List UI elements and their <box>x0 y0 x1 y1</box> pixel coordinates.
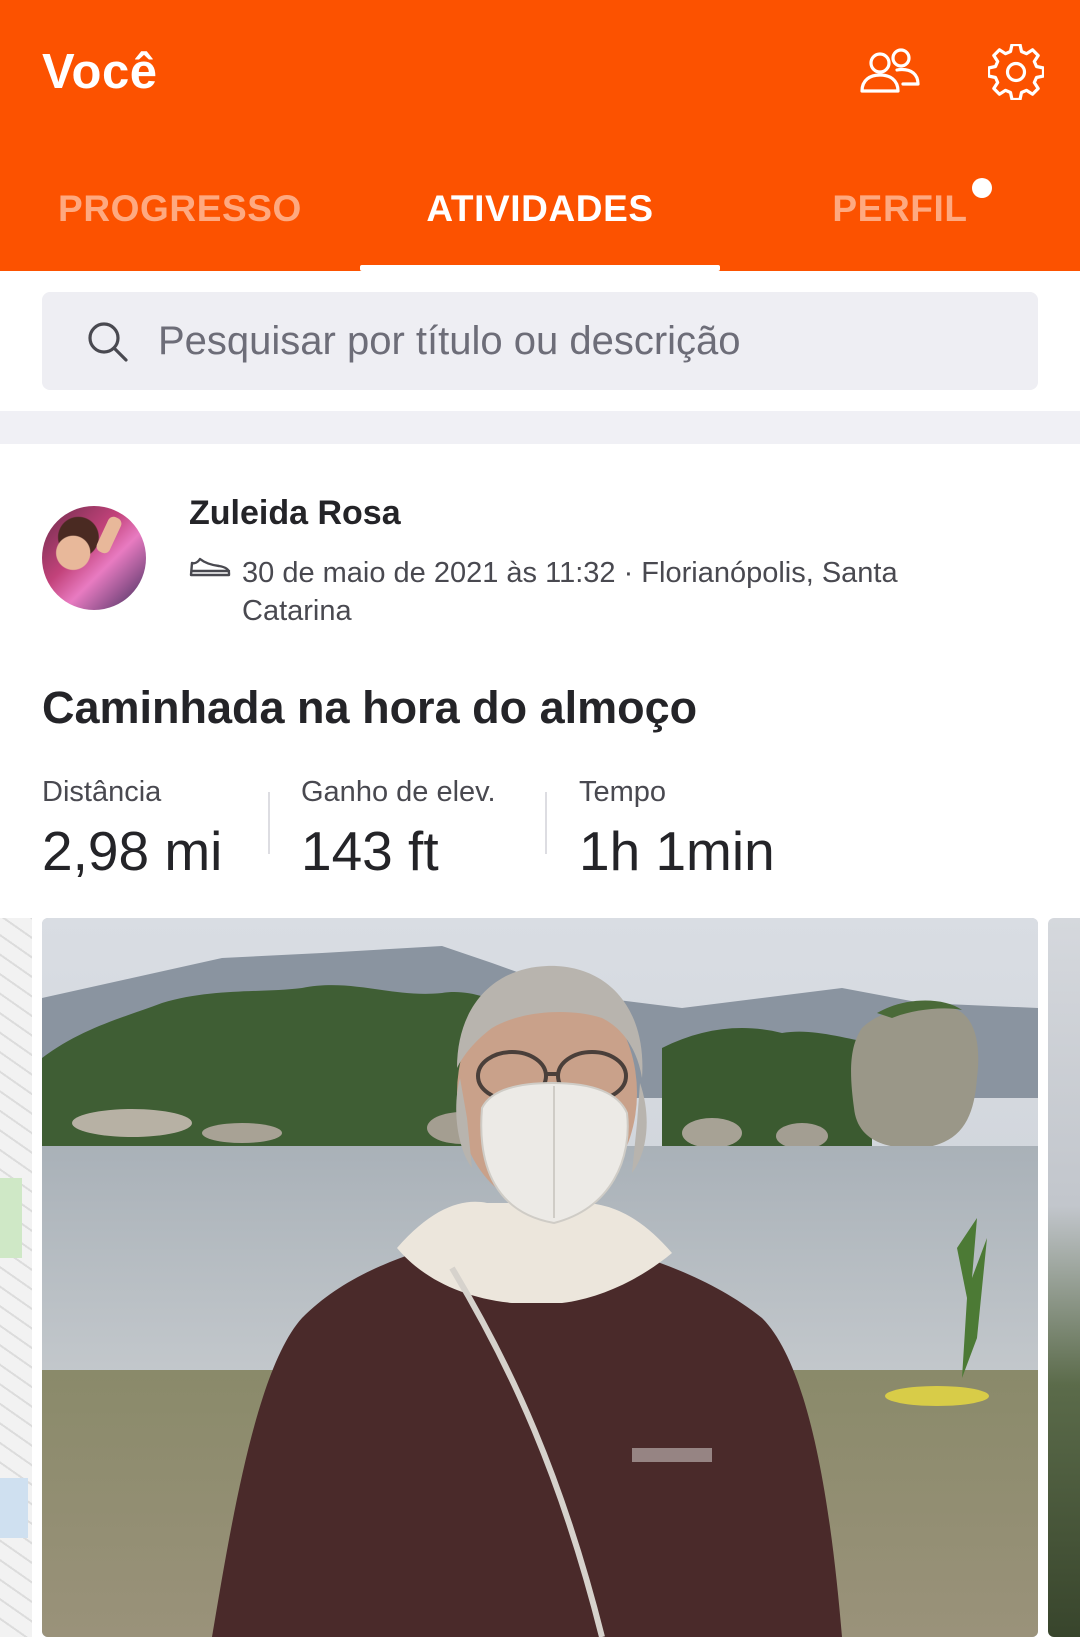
gear-icon[interactable] <box>984 40 1048 104</box>
search-box[interactable] <box>42 292 1038 390</box>
athlete-name[interactable]: Zuleida Rosa <box>189 494 401 533</box>
people-icon[interactable] <box>858 40 922 104</box>
stat-label: Tempo <box>579 776 667 808</box>
avatar[interactable] <box>42 506 146 610</box>
next-photo-thumbnail[interactable] <box>1048 918 1080 1637</box>
tab-bar: PROGRESSO ATIVIDADES PERFIL <box>0 166 1080 271</box>
stat-label: Ganho de elev. <box>301 776 496 808</box>
stat-label: Distância <box>42 776 162 808</box>
activity-title[interactable]: Caminhada na hora do almoço <box>42 682 697 734</box>
activity-card[interactable]: Zuleida Rosa 30 de maio de 2021 às 11:32… <box>0 444 1080 1637</box>
search-bar <box>0 271 1080 411</box>
page-title: Você <box>42 45 158 99</box>
search-input[interactable] <box>158 292 1018 390</box>
app-header: Você PROGRESSO ATIVIDADES PERFIL <box>0 0 1080 271</box>
stat-elevation: Ganho de elev. 143 ft <box>301 776 496 883</box>
stat-value: 143 ft <box>301 820 439 882</box>
shoe-icon <box>189 557 231 577</box>
stat-distance: Distância 2,98 mi <box>42 776 222 883</box>
route-map-thumbnail[interactable] <box>0 918 32 1637</box>
tab-progress[interactable]: PROGRESSO <box>0 166 360 271</box>
activity-meta: 30 de maio de 2021 às 11:32 · Florianópo… <box>242 557 898 627</box>
stat-divider <box>545 792 547 854</box>
section-divider <box>0 411 1080 444</box>
tab-profile[interactable]: PERFIL <box>720 166 1080 271</box>
photo-image <box>42 918 1038 1637</box>
search-icon <box>88 322 128 362</box>
stat-value: 1h 1min <box>579 820 775 882</box>
stat-value: 2,98 mi <box>42 820 223 882</box>
stat-time: Tempo 1h 1min <box>579 776 775 883</box>
stat-divider <box>268 792 270 854</box>
notification-dot <box>972 178 992 198</box>
tab-activities[interactable]: ATIVIDADES <box>360 166 720 271</box>
activity-photo[interactable] <box>42 918 1038 1637</box>
